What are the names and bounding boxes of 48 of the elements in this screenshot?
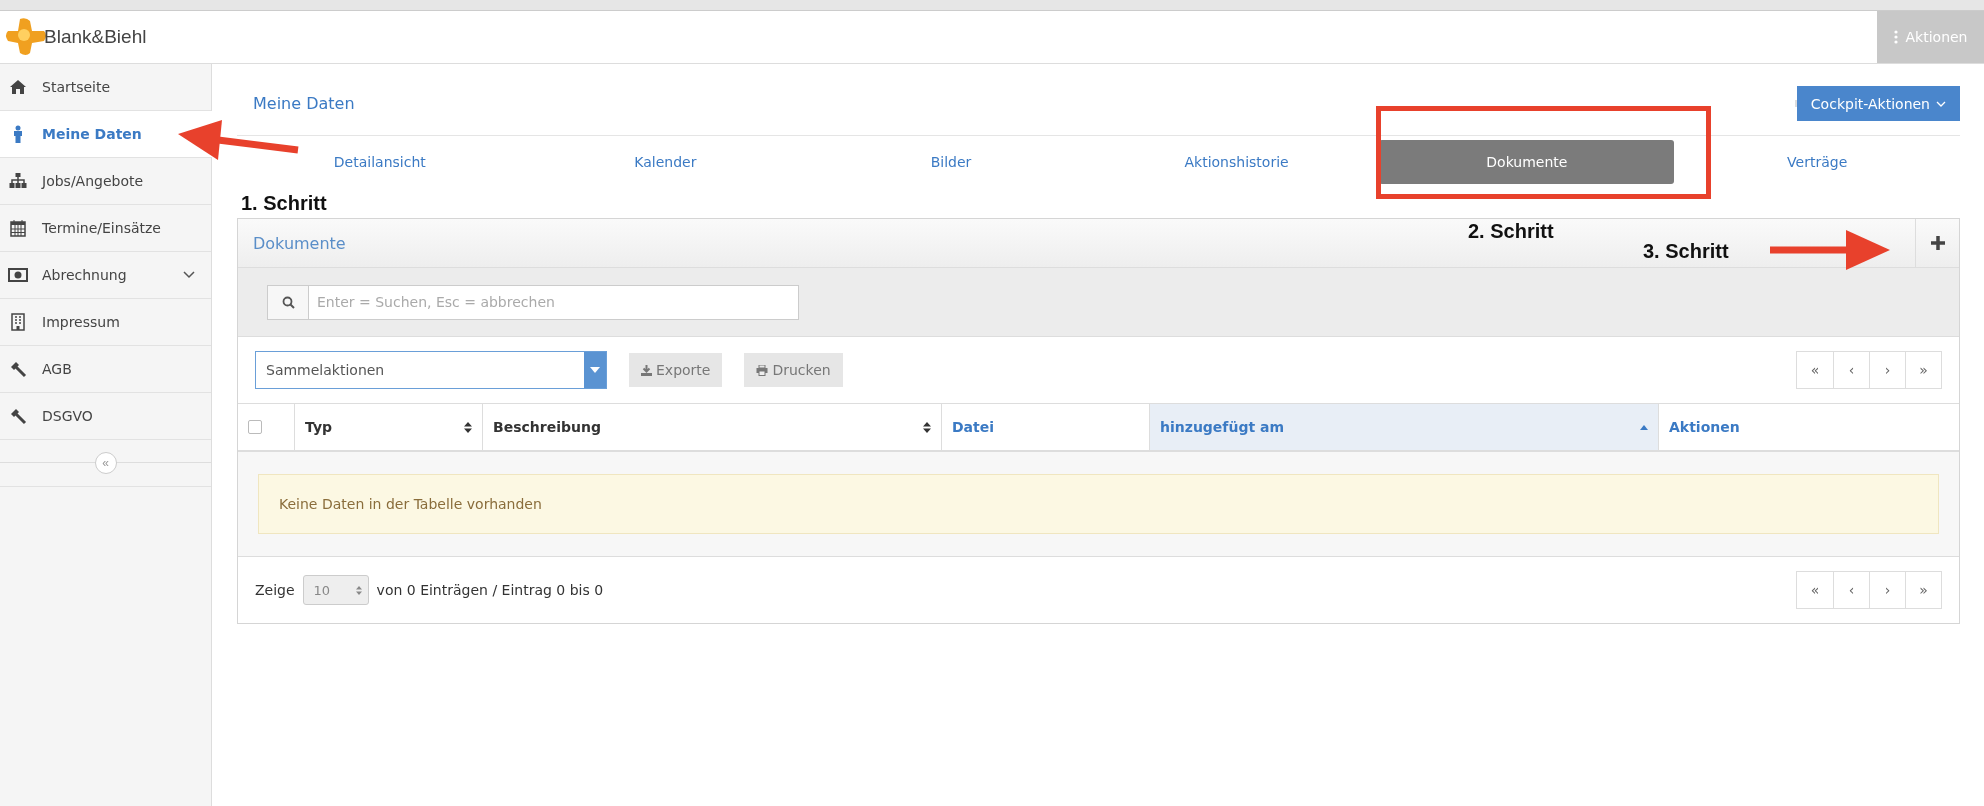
sitemap-icon <box>8 173 28 189</box>
download-icon <box>641 364 652 376</box>
show-label: Zeige <box>255 582 295 598</box>
plus-icon <box>1929 235 1946 251</box>
sort-icon <box>923 421 931 433</box>
sidebar-item[interactable]: Jobs/Angebote <box>0 158 211 205</box>
sidebar-item[interactable]: Impressum <box>0 299 211 346</box>
building-icon <box>8 313 28 331</box>
bulk-actions-dropdown[interactable]: Sammelaktionen <box>255 351 607 389</box>
chevron-down-icon <box>1936 100 1946 107</box>
sidebar-item[interactable]: Meine Daten <box>0 111 212 158</box>
search-icon <box>281 295 295 309</box>
logo-text: Blank&Biehl <box>44 26 147 48</box>
sort-ascending-icon <box>1640 424 1648 430</box>
annotation-label: 2. Schritt <box>1468 220 1554 243</box>
printer-icon <box>756 364 769 376</box>
cockpit-actions-button[interactable]: Cockpit-Aktionen <box>1796 86 1960 121</box>
kebab-icon <box>1893 30 1898 44</box>
calendar-icon <box>8 219 28 237</box>
sidebar-item[interactable]: Abrechnung <box>0 252 211 299</box>
sort-icon <box>355 585 362 595</box>
chevron-down-icon <box>183 271 195 279</box>
tab[interactable]: Bilder <box>910 140 992 184</box>
column-header[interactable]: Beschreibung <box>482 404 941 450</box>
tab[interactable]: Aktionshistorie <box>1164 140 1309 184</box>
tab[interactable]: Dokumente <box>1379 140 1675 184</box>
sidebar-item[interactable]: AGB <box>0 346 211 393</box>
page-title: Meine Daten <box>253 94 355 113</box>
column-header[interactable]: Aktionen <box>1658 404 1959 450</box>
annotation-label: 3. Schritt <box>1643 240 1729 263</box>
print-button[interactable]: Drucken <box>744 353 843 387</box>
select-all-checkbox[interactable] <box>248 420 262 434</box>
annotation-label: 1. Schritt <box>241 191 327 215</box>
sidebar-item[interactable]: Termine/Einsätze <box>0 205 211 252</box>
panel-title: Dokumente <box>253 233 346 253</box>
tab[interactable]: Verträge <box>1767 140 1868 184</box>
sort-icon <box>464 421 472 433</box>
empty-table-message: Keine Daten in der Tabelle vorhanden <box>258 474 1939 534</box>
page-size-dropdown[interactable]: 10 <box>302 575 369 605</box>
column-header[interactable]: hinzugefügt am <box>1149 404 1658 450</box>
tab[interactable]: Kalender <box>614 140 717 184</box>
entries-info: von 0 Einträgen / Eintrag 0 bis 0 <box>376 582 604 598</box>
tab[interactable]: Detailansicht <box>313 140 446 184</box>
banknote-icon <box>8 268 28 282</box>
column-header[interactable]: Typ <box>294 404 482 450</box>
caret-icon <box>590 367 600 373</box>
house-icon <box>8 79 28 95</box>
export-button[interactable]: Exporte <box>629 353 723 387</box>
